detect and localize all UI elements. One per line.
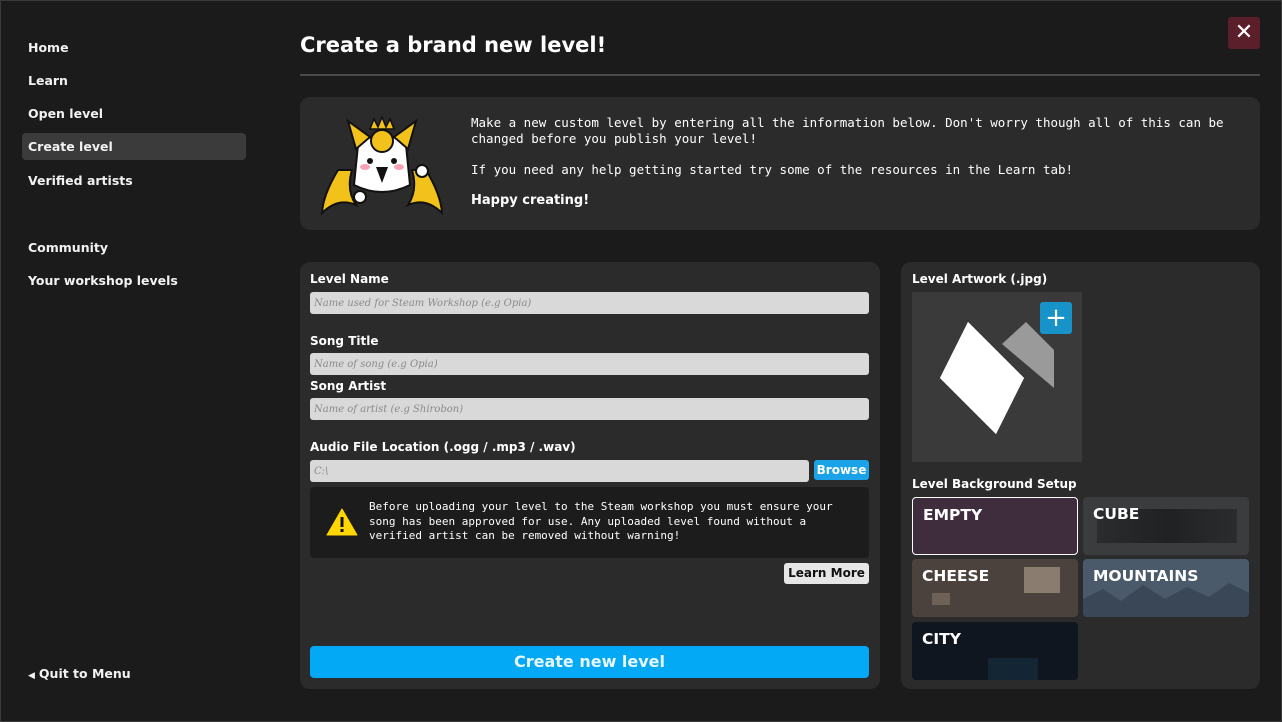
background-option-cheese[interactable]: CHEESE	[912, 559, 1078, 617]
background-option-mountains[interactable]: MOUNTAINS	[1083, 559, 1249, 617]
sidebar-item-home[interactable]: Home	[22, 34, 246, 61]
artwork-label: Level Artwork (.jpg)	[912, 272, 1048, 286]
close-button[interactable]: ✕	[1228, 17, 1260, 49]
sidebar-item-create-level[interactable]: Create level	[22, 133, 246, 160]
warning-icon	[326, 508, 358, 536]
add-artwork-button[interactable]: +	[1040, 302, 1072, 334]
background-option-empty[interactable]: EMPTY	[912, 497, 1078, 555]
level-name-label: Level Name	[310, 272, 389, 286]
background-option-cube[interactable]: CUBE	[1083, 497, 1249, 555]
cheese-block-shape	[932, 593, 950, 605]
sidebar-item-workshop-levels[interactable]: Your workshop levels	[22, 267, 246, 294]
audio-file-label: Audio File Location (.ogg / .mp3 / .wav)	[310, 440, 576, 454]
sidebar-item-verified-artists[interactable]: Verified artists	[22, 167, 246, 194]
header-divider	[300, 74, 1260, 76]
background-option-label: CITY	[922, 630, 961, 648]
song-title-label: Song Title	[310, 334, 379, 348]
background-option-label: EMPTY	[923, 506, 983, 524]
learn-more-button[interactable]: Learn More	[784, 563, 869, 584]
level-name-input[interactable]	[310, 292, 869, 314]
intro-paragraph: If you need any help getting started try…	[471, 162, 1074, 177]
sidebar-item-community[interactable]: Community	[22, 234, 246, 261]
browse-button[interactable]: Browse	[814, 460, 869, 480]
plus-icon: +	[1045, 303, 1067, 333]
city-building-shape	[988, 658, 1038, 680]
background-option-label: CHEESE	[922, 567, 990, 585]
page-title: Create a brand new level!	[300, 33, 607, 57]
audio-file-input[interactable]	[310, 460, 809, 482]
intro-text: Make a new custom level by entering all …	[471, 115, 1246, 224]
create-level-button[interactable]: Create new level	[310, 646, 869, 678]
song-title-input[interactable]	[310, 353, 869, 375]
intro-paragraph: Make a new custom level by entering all …	[471, 115, 1224, 146]
warning-box: Before uploading your level to the Steam…	[310, 487, 869, 558]
song-artist-label: Song Artist	[310, 379, 387, 393]
song-artist-input[interactable]	[310, 398, 869, 420]
sidebar-item-learn[interactable]: Learn	[22, 67, 246, 94]
warning-text: Before uploading your level to the Steam…	[369, 500, 833, 542]
quit-label: Quit to Menu	[38, 666, 131, 681]
triangle-left-icon: ◀	[28, 671, 35, 681]
background-option-label: CUBE	[1093, 505, 1140, 523]
mascot-icon	[320, 115, 444, 215]
sidebar-item-open-level[interactable]: Open level	[22, 100, 246, 127]
background-option-city[interactable]: CITY	[912, 622, 1078, 680]
background-setup-label: Level Background Setup	[912, 477, 1077, 491]
background-option-label: MOUNTAINS	[1093, 567, 1199, 585]
quit-to-menu-button[interactable]: ◀ Quit to Menu	[28, 666, 131, 681]
intro-card: Make a new custom level by entering all …	[300, 97, 1260, 230]
close-icon: ✕	[1234, 20, 1254, 45]
intro-closing: Happy creating!	[471, 193, 590, 208]
cheese-block-shape	[1024, 567, 1060, 593]
